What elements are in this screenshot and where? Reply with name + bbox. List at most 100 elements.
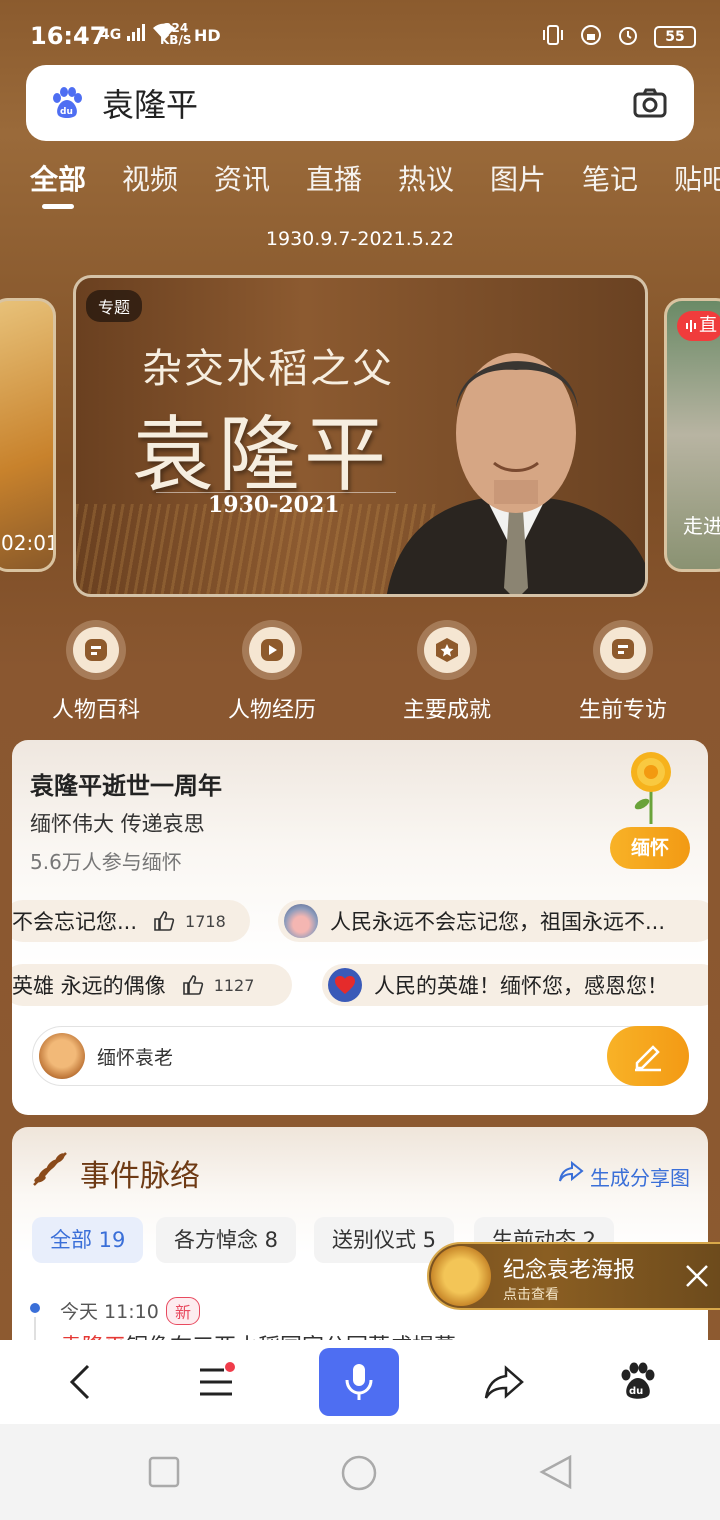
interview-icon [612,639,634,659]
tab-tieba[interactable]: 贴吧 [674,158,720,198]
wheat-image [431,1246,491,1306]
play-icon [261,639,283,661]
voice-search-button[interactable] [319,1348,399,1416]
event-filter-tributes[interactable]: 各方悼念 8 [156,1217,297,1263]
baidu-home-icon[interactable]: du [616,1360,660,1404]
lock-rotation-icon [581,25,601,45]
video-duration: 02:01 [1,531,56,555]
share-icon[interactable] [482,1360,526,1404]
mourn-button[interactable]: 缅怀 [610,827,690,869]
topic-banner[interactable]: 专题 杂交水稻之父 袁隆平 1930-2021 [73,275,648,597]
comment-placeholder: 缅怀袁老 [97,1047,174,1069]
memorial-subtitle: 缅怀伟大 传递哀思 [30,812,205,836]
comment-bullet[interactable]: 人民的英雄！缅怀您，感恩您！ [322,964,708,1006]
topic-tag: 专题 [86,290,143,322]
tab-video[interactable]: 视频 [122,158,178,198]
timeline-time: 今天 11:10 [60,1301,159,1323]
user-avatar [39,1033,85,1079]
recents-icon[interactable] [148,1456,180,1488]
banner-subtitle: 杂交水稻之父 [142,346,394,392]
close-icon[interactable] [683,1262,711,1290]
live-badge: 直 [677,311,720,341]
quick-link-interview[interactable]: 生前专访 [548,620,698,724]
audio-wave-icon [686,320,696,332]
status-time: 16:47 [30,22,107,50]
system-navigation-bar [0,1424,720,1520]
comment-bullet[interactable]: 英雄 永远的偶像 1127 [12,964,292,1006]
star-icon [436,638,458,662]
poster-floating-banner[interactable]: 纪念袁老海报 点击查看 [427,1242,720,1310]
search-bar[interactable]: du 袁隆平 [26,65,694,141]
life-dates: 1930.9.7-2021.5.22 [265,228,455,250]
comment-input[interactable]: 缅怀袁老 [32,1026,689,1086]
poster-title: 纪念袁老海报 [503,1258,636,1283]
tab-notes[interactable]: 笔记 [582,158,638,198]
search-query[interactable]: 袁隆平 [102,80,198,126]
tab-all[interactable]: 全部 [30,158,86,198]
quick-link-label: 人物百科 [51,698,140,723]
new-badge: 新 [166,1297,201,1325]
thumbs-up-icon [182,975,203,995]
banner-years: 1930-2021 [208,492,340,518]
carousel-card-left[interactable]: 02:01 [0,298,56,572]
heart-icon [335,976,355,994]
wheat-icon [33,1152,67,1186]
menu-icon[interactable] [194,1360,238,1404]
hd-indicator: HD [194,26,221,45]
camera-icon[interactable] [632,85,668,121]
tab-discussion[interactable]: 热议 [398,158,454,198]
back-icon[interactable] [58,1360,102,1404]
timeline-dot [30,1303,40,1313]
carousel-card-right[interactable]: 直 走进 [664,298,720,572]
chrysanthemum-icon [631,752,671,824]
quick-link-encyclopedia[interactable]: 人物百科 [21,620,171,724]
tab-images[interactable]: 图片 [490,158,546,198]
baidu-logo-icon: du [53,87,82,118]
generate-share-image-link[interactable]: 生成分享图 [590,1162,690,1191]
tab-news[interactable]: 资讯 [214,158,270,198]
like-button[interactable]: 1718 [153,910,226,932]
bullet-text: 英雄 永远的偶像 [12,974,166,998]
memorial-card: 袁隆平逝世一周年 缅怀伟大 传递哀思 5.6万人参与缅怀 缅怀 不会忘记您...… [12,740,708,1115]
bullet-text: 不会忘记您... [12,910,138,934]
vibrate-icon [543,25,563,45]
carousel-right-caption: 走进 [683,514,720,538]
category-tabs: 全部 视频 资讯 直播 热议 图片 笔记 贴吧 [0,150,720,210]
battery-indicator: 55 [654,26,696,48]
comment-bullet[interactable]: 人民永远不会忘记您，祖国永远不... [278,900,708,942]
write-comment-button[interactable] [607,1026,689,1086]
encyclopedia-icon [85,639,107,661]
status-bar: 16:47 4G 324 KB/S HD 55 [0,0,720,66]
heart-avatar [328,968,362,1002]
event-filter-all[interactable]: 全部 19 [32,1217,144,1263]
like-count: 1127 [213,975,255,995]
quick-link-label: 主要成就 [402,698,491,723]
network-speed: 324 KB/S [160,21,192,47]
microphone-icon [345,1364,373,1400]
quick-link-experience[interactable]: 人物经历 [197,620,347,724]
share-icon[interactable] [558,1159,584,1185]
thumbs-up-icon [154,911,175,931]
poster-subtitle: 点击查看 [503,1287,559,1303]
like-button[interactable]: 1127 [182,974,255,996]
home-icon[interactable] [340,1454,378,1492]
tab-live[interactable]: 直播 [306,158,362,198]
quick-link-label: 人物经历 [227,698,316,723]
system-icons [540,24,640,52]
quick-link-achievements[interactable]: 主要成就 [372,620,522,724]
alarm-icon [619,27,637,45]
bullet-text: 人民的英雄！缅怀您，感恩您！ [374,974,668,998]
quick-links: 人物百科 人物经历 主要成就 生前专访 [0,620,720,730]
events-title: 事件脉络 [80,1159,200,1194]
participant-count: 5.6万人参与缅怀 [30,850,182,874]
pencil-icon [635,1045,661,1072]
svg-text:du: du [629,1386,643,1397]
back-nav-icon[interactable] [538,1454,574,1490]
like-count: 1718 [185,911,226,931]
bottom-toolbar: du [0,1340,720,1424]
bullet-text: 人民永远不会忘记您，祖国永远不... [330,910,666,934]
signal-icon [127,24,146,41]
banner-title: 袁隆平 [132,408,391,503]
comment-bullet[interactable]: 不会忘记您... 1718 [12,900,250,942]
quick-link-label: 生前专访 [578,698,667,723]
